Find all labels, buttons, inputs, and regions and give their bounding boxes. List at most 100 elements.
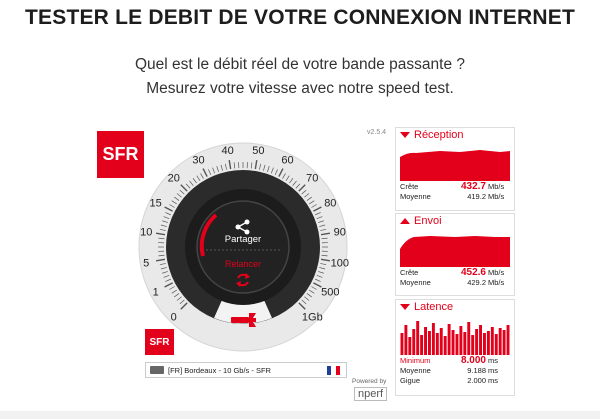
envoi-avg-unit: Mb/s	[488, 277, 505, 287]
gauge-center	[196, 200, 290, 294]
latence-bar	[506, 325, 510, 355]
envoi-peak-value: 452.6	[460, 266, 486, 278]
gauge-tick-label: 20	[168, 173, 180, 185]
latence-bar	[412, 329, 416, 355]
envoi-avg-value: 429.2	[467, 277, 486, 287]
latence-bar	[475, 329, 479, 355]
reception-avg-value: 419.2	[467, 191, 486, 201]
server-selector[interactable]: [FR] Bordeaux - 10 Gb/s - SFR	[145, 362, 347, 378]
latence-bar	[471, 335, 475, 355]
envoi-peak-row: Crête 452.6 Mb/s	[396, 266, 514, 278]
reception-peak-unit: Mb/s	[488, 181, 505, 191]
latence-bar	[486, 331, 490, 355]
gauge-tick-label: 30	[192, 155, 204, 167]
latence-bar	[420, 335, 424, 355]
gauge-tick-label: 40	[222, 145, 234, 157]
latence-bar	[483, 333, 486, 355]
sfr-logo-small: SFR	[145, 329, 174, 355]
share-button[interactable]: Partager	[225, 234, 261, 245]
gauge-tick-label: 90	[334, 227, 346, 239]
latence-avg-unit: ms	[488, 365, 498, 375]
latence-bar	[404, 325, 408, 355]
envoi-graph	[400, 236, 510, 267]
page-subtitle-2: Mesurez votre vitesse avec notre speed t…	[146, 80, 454, 97]
reception-title: Réception	[414, 128, 464, 141]
page-title: TESTER LE DEBIT DE VOTRE CONNEXION INTER…	[25, 6, 575, 29]
reception-peak-value: 432.7	[460, 180, 486, 192]
server-label: [FR] Bordeaux - 10 Gb/s - SFR	[168, 365, 271, 375]
latence-bar	[502, 330, 506, 355]
latence-bar	[490, 327, 494, 355]
latence-bar	[479, 325, 482, 355]
latence-header: Latence	[396, 300, 514, 313]
gauge-tick-label: 0	[171, 311, 177, 323]
gauge-tick-label: 1Gb	[302, 311, 323, 323]
nperf-logo[interactable]: nperf	[354, 387, 388, 401]
footer-bar	[0, 411, 600, 419]
latence-avg-value: 9.188	[467, 365, 486, 375]
reception-avg-row: Moyenne 419.2 Mb/s	[396, 191, 514, 201]
envoi-peak-unit: Mb/s	[488, 267, 505, 277]
latence-jitter-value: 2.000	[467, 375, 486, 385]
version-label: v2.5.4	[367, 129, 387, 136]
reception-peak-row: Crête 432.7 Mb/s	[396, 180, 514, 192]
reception-peak-label: Crête	[400, 181, 419, 191]
gauge-tick-label: 80	[324, 198, 336, 210]
latence-bar	[424, 327, 427, 355]
envoi-avg-row: Moyenne 429.2 Mb/s	[396, 277, 514, 287]
latence-bar	[431, 323, 435, 355]
envoi-title: Envoi	[414, 214, 442, 227]
gauge-tick-label: 70	[306, 173, 318, 185]
download-arrow-icon	[400, 131, 410, 138]
latence-graph	[400, 321, 510, 355]
reception-header: Réception	[396, 128, 514, 141]
envoi-header: Envoi	[396, 214, 514, 227]
latence-avg-row: Moyenne 9.188 ms	[396, 365, 514, 375]
gauge-tick-label: 1	[153, 286, 159, 298]
gauge-tick-label: 50	[252, 145, 264, 157]
latence-bar	[428, 331, 431, 355]
latence-bar	[494, 334, 498, 355]
latence-avg-label: Moyenne	[400, 365, 431, 375]
reception-graph	[400, 150, 510, 181]
upload-arrow-icon	[400, 217, 410, 224]
latence-bar	[467, 322, 471, 355]
latence-bar	[455, 334, 459, 355]
latence-bar	[451, 330, 455, 355]
envoi-avg-label: Moyenne	[400, 277, 431, 287]
server-icon	[150, 366, 164, 374]
page-subtitle-1: Quel est le débit réel de votre bande pa…	[134, 56, 466, 73]
latence-jitter-label: Gigue	[400, 375, 421, 385]
latence-bar	[447, 324, 451, 355]
envoi-peak-label: Crête	[400, 267, 419, 277]
gauge-tick-label: 100	[331, 257, 349, 269]
latence-jitter-row: Gigue 2.000 ms	[396, 375, 514, 385]
latence-jitter-unit: ms	[488, 375, 498, 385]
latence-bar	[416, 321, 420, 355]
latence-panel: Latence Minimum 8.000 ms Moyenne 9.188 m…	[395, 299, 515, 396]
latence-bar	[443, 336, 447, 355]
latence-bar	[463, 332, 467, 355]
latence-min-row: Minimum 8.000 ms	[396, 354, 514, 366]
reception-panel: Réception Crête 432.7 Mb/s Moyenne 419.2…	[395, 127, 515, 211]
latence-min-unit: ms	[488, 355, 498, 365]
speed-gauge: Partager Relancer 0151015203040 506070809…	[138, 142, 349, 352]
envoi-panel: Envoi Crête 452.6 Mb/s Moyenne 429.2 Mb/…	[395, 213, 515, 296]
latence-bar	[439, 328, 443, 355]
fr-flag-icon	[327, 365, 340, 375]
latence-bar	[400, 333, 404, 355]
restart-button[interactable]: Relancer	[225, 259, 261, 269]
gauge-tick-label: 60	[281, 155, 293, 167]
gauge-tick-label: 15	[150, 198, 162, 210]
latence-bar	[408, 337, 412, 355]
latence-min-value: 8.000	[460, 354, 486, 366]
latence-bar	[459, 326, 463, 355]
gauge-tick-label: 10	[140, 227, 152, 239]
powered-by-label: Powered by	[352, 378, 387, 385]
reception-avg-unit: Mb/s	[488, 191, 505, 201]
latence-bar	[435, 333, 439, 355]
reception-avg-label: Moyenne	[400, 191, 431, 201]
latence-title: Latence	[414, 300, 454, 313]
gauge-tick-label: 5	[143, 257, 149, 269]
latency-arrow-icon	[400, 303, 410, 310]
